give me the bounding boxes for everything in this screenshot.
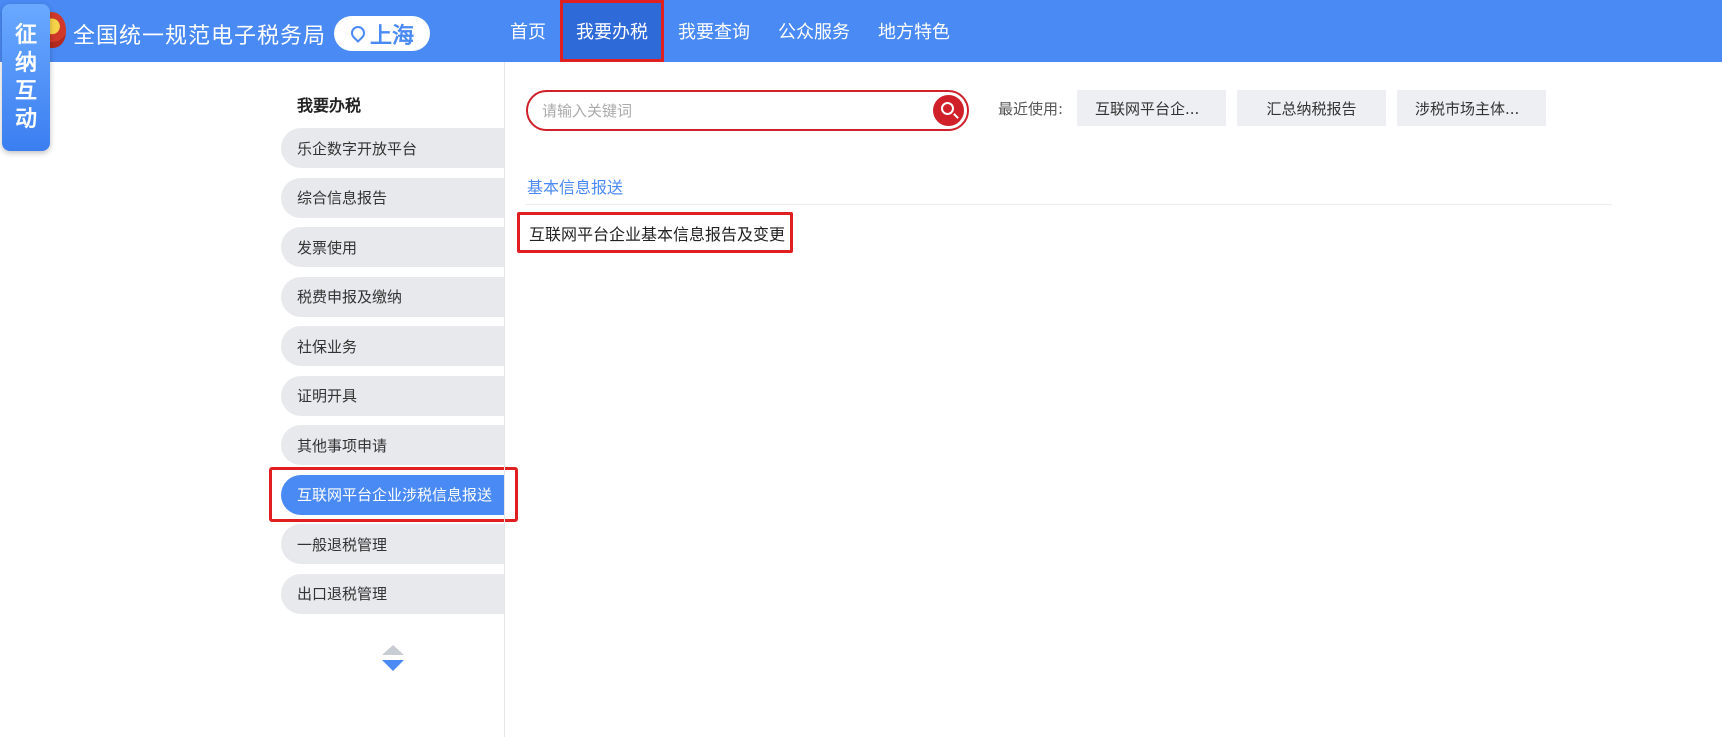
vertical-divider xyxy=(504,62,505,737)
sidebar-item[interactable]: 其他事项申请 xyxy=(281,425,505,465)
top-header: 全国统一规范电子税务局 上海 首页 我要办税 我要查询 公众服务 地方特色 xyxy=(0,0,1722,62)
region-label: 上海 xyxy=(369,23,414,49)
recent-chips: 互联网平台企... 汇总纳税报告 涉税市场主体... xyxy=(1077,90,1546,126)
result-item[interactable]: 互联网平台企业基本信息报告及变更 xyxy=(517,212,793,253)
nav-public-service[interactable]: 公众服务 xyxy=(764,0,864,62)
region-selector[interactable]: 上海 xyxy=(334,16,430,51)
sidebar-item[interactable]: 乐企数字开放平台 xyxy=(281,128,505,168)
search-box xyxy=(526,90,969,131)
search-icon xyxy=(941,102,954,115)
float-tab-char: 征 xyxy=(14,22,37,48)
sidebar-menu: 乐企数字开放平台 综合信息报告 发票使用 税费申报及缴纳 社保业务 证明开具 其… xyxy=(281,128,505,623)
arrow-down-icon[interactable] xyxy=(382,660,404,671)
menu-scroll-control xyxy=(382,645,404,673)
site-title[interactable]: 全国统一规范电子税务局 xyxy=(73,18,326,50)
sidebar-item[interactable]: 发票使用 xyxy=(281,227,505,267)
recent-use-label: 最近使用: xyxy=(998,100,1064,118)
horizontal-divider xyxy=(526,204,1612,205)
arrow-up-icon[interactable] xyxy=(382,645,404,655)
float-tab-char: 动 xyxy=(14,106,37,132)
sidebar-item[interactable]: 证明开具 xyxy=(281,375,505,416)
nav-query[interactable]: 我要查询 xyxy=(664,0,764,62)
sidebar-item-active[interactable]: 互联网平台企业涉税信息报送 xyxy=(281,474,505,515)
sidebar-item[interactable]: 税费申报及缴纳 xyxy=(281,276,505,317)
category-title[interactable]: 基本信息报送 xyxy=(527,174,623,198)
float-tab-char: 纳 xyxy=(14,50,37,76)
sidebar-item[interactable]: 综合信息报告 xyxy=(281,177,505,218)
nav-tax-handling[interactable]: 我要办税 xyxy=(560,0,664,62)
sidebar-item[interactable]: 一般退税管理 xyxy=(281,524,505,564)
nav-home[interactable]: 首页 xyxy=(496,0,560,62)
nav-local-feature[interactable]: 地方特色 xyxy=(864,0,964,62)
sidebar-title: 我要办税 xyxy=(297,96,362,115)
location-pin-icon xyxy=(350,25,364,43)
main-nav: 首页 我要办税 我要查询 公众服务 地方特色 xyxy=(496,0,964,62)
search-input[interactable] xyxy=(542,98,902,124)
sidebar-item[interactable]: 出口退税管理 xyxy=(281,573,505,614)
float-tab-char: 互 xyxy=(14,78,37,104)
search-button[interactable] xyxy=(933,95,964,126)
recent-chip[interactable]: 互联网平台企... xyxy=(1077,90,1226,126)
recent-chip[interactable]: 涉税市场主体... xyxy=(1397,90,1546,126)
sidebar-item[interactable]: 社保业务 xyxy=(281,326,505,366)
recent-chip[interactable]: 汇总纳税报告 xyxy=(1237,90,1386,126)
interaction-float-tab[interactable]: 征 纳 互 动 xyxy=(2,4,50,151)
